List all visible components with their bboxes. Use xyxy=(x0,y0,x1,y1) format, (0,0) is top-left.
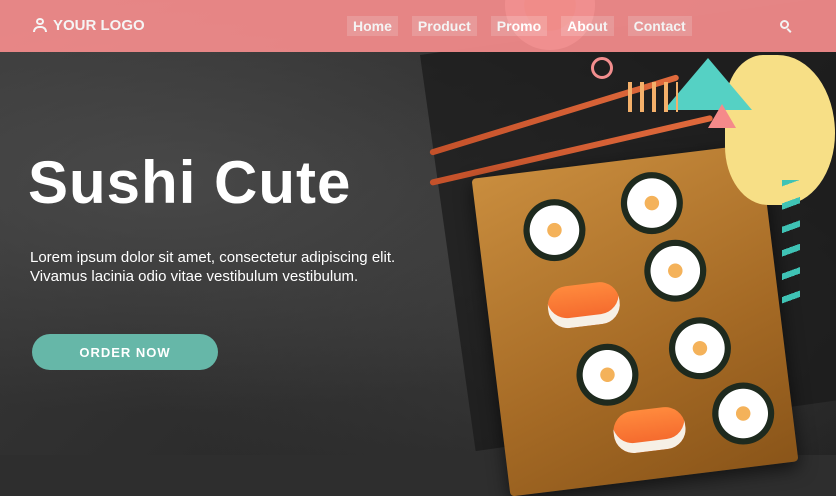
hero-description: Lorem ipsum dolor sit amet, consectetur … xyxy=(30,249,396,285)
logo[interactable]: YOUR LOGO xyxy=(33,13,145,37)
sushi-roll xyxy=(665,313,735,383)
nav-contact[interactable]: Contact xyxy=(627,16,692,36)
sushi-roll xyxy=(572,340,643,410)
hero-background xyxy=(0,0,836,496)
user-icon xyxy=(33,18,47,32)
decorative-zigzag xyxy=(782,180,800,310)
search-button[interactable] xyxy=(776,14,796,38)
main-nav: Home Product Promo About Contact xyxy=(347,9,706,43)
decorative-triangle xyxy=(708,104,736,128)
order-now-button[interactable]: ORDER NOW xyxy=(32,334,218,370)
logo-text: YOUR LOGO xyxy=(53,16,145,34)
sushi-roll xyxy=(640,236,710,306)
nigiri xyxy=(611,404,688,456)
nav-about[interactable]: About xyxy=(561,16,614,36)
hero-title: Sushi Cute xyxy=(28,149,352,216)
nigiri xyxy=(545,279,623,331)
sushi-roll xyxy=(708,378,778,449)
nav-home[interactable]: Home xyxy=(347,16,398,36)
search-icon xyxy=(780,20,792,32)
decorative-bars xyxy=(628,82,678,112)
nav-promo[interactable]: Promo xyxy=(490,16,548,36)
decorative-ring xyxy=(591,57,613,79)
site-header: YOUR LOGO Home Product Promo About Conta… xyxy=(0,0,836,52)
sushi-roll xyxy=(519,195,589,265)
sushi-roll xyxy=(617,168,687,238)
nav-product[interactable]: Product xyxy=(411,16,477,36)
